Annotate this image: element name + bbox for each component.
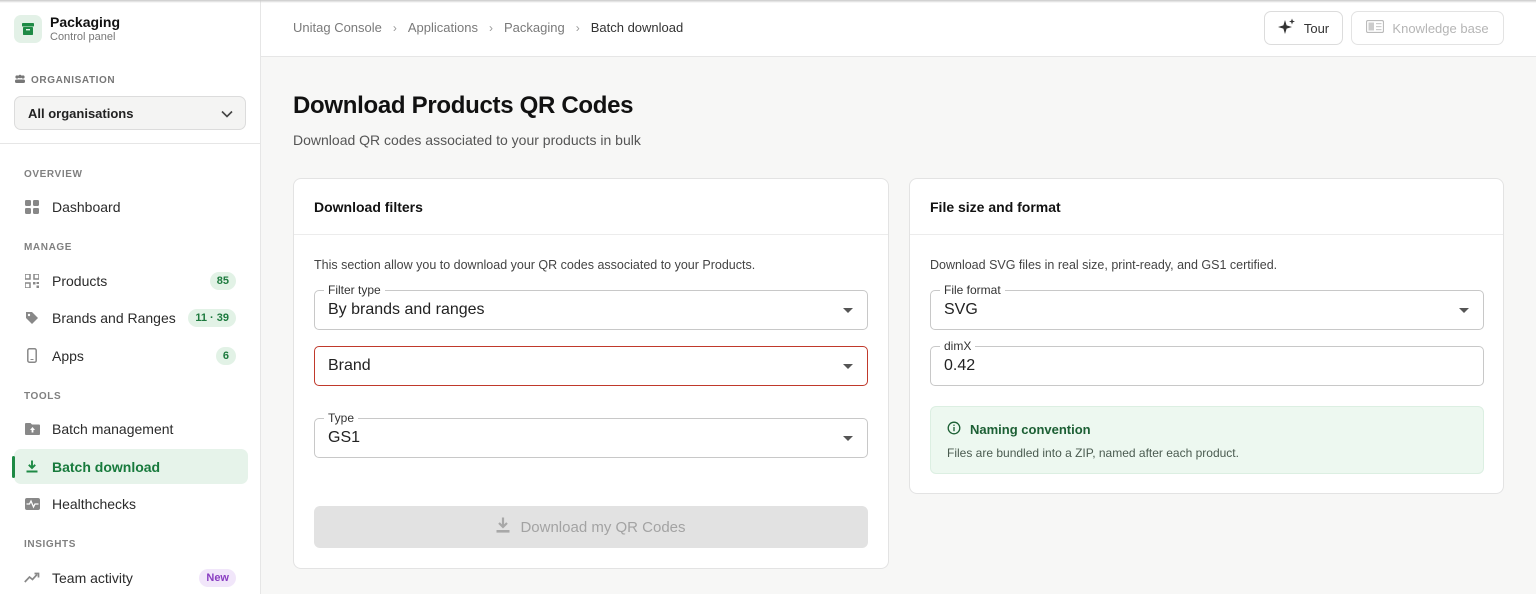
filter-type-select[interactable]: Filter type By brands and ranges (314, 283, 868, 330)
window-top-shadow (0, 0, 1536, 3)
folder-upload-icon (24, 421, 40, 437)
sidebar-item-label: Brands and Ranges (52, 309, 176, 326)
caret-down-icon (843, 436, 853, 441)
dimx-value: 0.42 (944, 357, 976, 374)
chevron-right-icon: › (575, 20, 580, 35)
people-icon (14, 74, 26, 87)
chevron-right-icon: › (489, 20, 493, 35)
package-icon (14, 15, 42, 43)
sidebar-item-label: Team activity (52, 569, 133, 586)
organisation-select[interactable]: All organisations (14, 96, 246, 130)
caret-down-icon (843, 364, 853, 369)
breadcrumb-item[interactable]: Applications (408, 20, 478, 35)
breadcrumb-current: Batch download (590, 20, 684, 35)
tour-button[interactable]: Tour (1264, 11, 1343, 45)
sidebar-item-dashboard[interactable]: Dashboard (14, 189, 248, 224)
grid-icon (24, 199, 40, 215)
sidebar-item-products[interactable]: Products 85 (14, 263, 248, 298)
app-subtitle: Control panel (50, 31, 116, 43)
download-icon (496, 517, 510, 537)
file-format-label: File format (940, 283, 1005, 297)
download-label: Download my QR Codes (520, 518, 686, 536)
phone-icon (24, 348, 40, 364)
download-qr-codes-button[interactable]: Download my QR Codes (314, 506, 868, 548)
type-select[interactable]: Type GS1 (314, 411, 868, 458)
tag-icon (24, 310, 40, 326)
file-format-select[interactable]: File format SVG (930, 283, 1484, 330)
note-text: Files are bundled into a ZIP, named afte… (947, 446, 1239, 460)
active-indicator (12, 456, 15, 478)
dimx-label: dimX (940, 339, 976, 353)
tour-label: Tour (1303, 20, 1330, 36)
sidebar: Packaging Control panel ORGANISATION All… (0, 0, 261, 594)
chevron-right-icon: › (392, 20, 397, 35)
organisation-value: All organisations (28, 105, 134, 121)
card-title: File size and format (910, 179, 1503, 235)
breadcrumb-item[interactable]: Unitag Console (293, 20, 382, 35)
sidebar-item-batch-download[interactable]: Batch download (14, 449, 248, 484)
knowledge-base-label: Knowledge base (1392, 20, 1489, 36)
sidebar-divider (0, 143, 260, 144)
type-value: GS1 (328, 429, 361, 446)
download-icon (24, 459, 40, 475)
new-badge: New (199, 568, 236, 587)
file-format-card: File size and format Download SVG files … (909, 178, 1504, 494)
sidebar-item-label: Healthchecks (52, 495, 137, 512)
card-description: This section allow you to download your … (314, 258, 756, 272)
sidebar-item-label: Dashboard (52, 198, 121, 215)
sidebar-item-label: Products (52, 272, 108, 289)
app-header: Packaging Control panel (14, 14, 120, 44)
trend-icon (24, 570, 40, 586)
section-tools: TOOLS (24, 391, 62, 402)
organisation-label: ORGANISATION (14, 74, 115, 87)
count-badge: 11 · 39 (188, 308, 236, 327)
brand-select[interactable]: Brand (314, 346, 868, 386)
section-overview: OVERVIEW (24, 169, 83, 180)
qr-icon (24, 273, 40, 289)
file-format-value: SVG (944, 301, 978, 318)
book-icon (1366, 19, 1385, 36)
section-manage: MANAGE (24, 242, 73, 253)
pulse-icon (24, 496, 40, 512)
dimx-input[interactable]: dimX 0.42 (930, 339, 1484, 386)
caret-down-icon (1459, 308, 1469, 313)
sidebar-item-team-activity[interactable]: Team activity New (14, 560, 248, 594)
info-icon (947, 421, 961, 438)
breadcrumb-item[interactable]: Packaging (504, 20, 565, 35)
brand-placeholder: Brand (328, 357, 371, 374)
filter-type-label: Filter type (324, 283, 385, 297)
page-title: Download Products QR Codes (293, 92, 634, 119)
sidebar-item-brands-ranges[interactable]: Brands and Ranges 11 · 39 (14, 300, 248, 335)
sidebar-item-batch-management[interactable]: Batch management (14, 411, 248, 446)
breadcrumb: Unitag Console › Applications › Packagin… (293, 20, 683, 35)
card-title: Download filters (294, 179, 888, 235)
count-badge: 6 (215, 346, 236, 365)
note-title: Naming convention (970, 422, 1091, 437)
topbar: Unitag Console › Applications › Packagin… (261, 0, 1536, 57)
card-description: Download SVG files in real size, print-r… (930, 258, 1278, 272)
naming-convention-note: Naming convention Files are bundled into… (930, 406, 1484, 474)
sidebar-item-label: Batch download (52, 458, 161, 475)
section-insights: INSIGHTS (24, 539, 77, 550)
count-badge: 85 (209, 271, 236, 290)
page-subtitle: Download QR codes associated to your pro… (293, 132, 641, 148)
sidebar-item-label: Batch management (52, 420, 174, 437)
sidebar-item-healthchecks[interactable]: Healthchecks (14, 486, 248, 521)
chevron-down-icon (221, 106, 233, 121)
type-label: Type (324, 411, 359, 425)
sparkles-icon (1277, 18, 1296, 39)
download-filters-card: Download filters This section allow you … (293, 178, 889, 569)
caret-down-icon (843, 308, 853, 313)
sidebar-item-apps[interactable]: Apps 6 (14, 338, 248, 373)
filter-type-value: By brands and ranges (328, 301, 485, 318)
sidebar-item-label: Apps (52, 347, 84, 364)
knowledge-base-button[interactable]: Knowledge base (1351, 11, 1504, 45)
app-title: Packaging (50, 14, 121, 30)
